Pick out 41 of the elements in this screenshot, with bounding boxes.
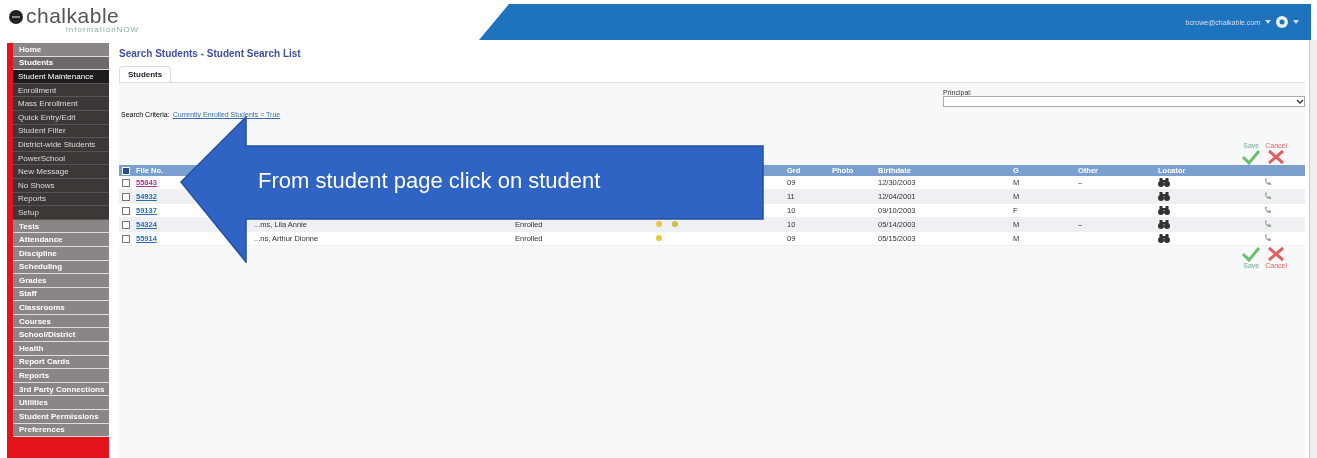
nav-item[interactable]: Home [13, 43, 109, 57]
nav-item[interactable]: Utilities [13, 396, 109, 411]
row-checkbox[interactable] [122, 193, 130, 201]
close-icon [1266, 149, 1287, 165]
select-all-checkbox[interactable] [122, 167, 130, 175]
check-icon [1241, 149, 1262, 165]
nav-subitem[interactable]: Mass Enrollment [13, 97, 109, 111]
row-checkbox[interactable] [122, 179, 130, 187]
nav-item[interactable]: School/District [13, 328, 109, 343]
nav-subitem[interactable]: New Message [13, 165, 109, 179]
logo-icon [9, 10, 23, 24]
binoculars-icon [1158, 190, 1170, 201]
scrollbar[interactable] [1309, 40, 1317, 458]
row-checkbox[interactable] [122, 207, 130, 215]
nav-item[interactable]: Student Permissions [13, 410, 109, 424]
caret-icon [1265, 20, 1271, 24]
nav-item[interactable]: Attendance [13, 233, 109, 247]
nav-item[interactable]: Reports [13, 369, 109, 383]
binoculars-icon [1158, 176, 1170, 187]
help-icon [1276, 16, 1288, 28]
nav-item[interactable]: Health [13, 342, 109, 356]
row-checkbox[interactable] [122, 221, 130, 229]
tab[interactable]: Students [119, 66, 172, 82]
close-icon [1266, 246, 1287, 262]
row-checkbox[interactable] [122, 235, 130, 243]
binoculars-icon [1158, 218, 1170, 229]
binoculars-icon [1158, 204, 1170, 215]
logo-tagline: informationNOW [65, 26, 140, 34]
principal-select[interactable] [943, 96, 1305, 107]
nav-subitem[interactable]: District-wide Students [13, 138, 109, 152]
nav-item[interactable]: Classrooms [13, 301, 109, 315]
chevron-icon [1296, 98, 1304, 105]
nav-item[interactable]: Grades [13, 274, 109, 288]
callout-text: From student page click on student [258, 168, 601, 194]
nav-subitem[interactable]: Student Maintenance [13, 70, 109, 84]
binoculars-icon [1158, 232, 1170, 243]
check-icon [1241, 246, 1262, 262]
page-title: Search Students - Student Search List [119, 48, 302, 61]
logo-wordmark: chalkable [26, 5, 121, 26]
nav-subitem[interactable]: Setup [13, 206, 109, 220]
caret-icon [1293, 20, 1299, 24]
